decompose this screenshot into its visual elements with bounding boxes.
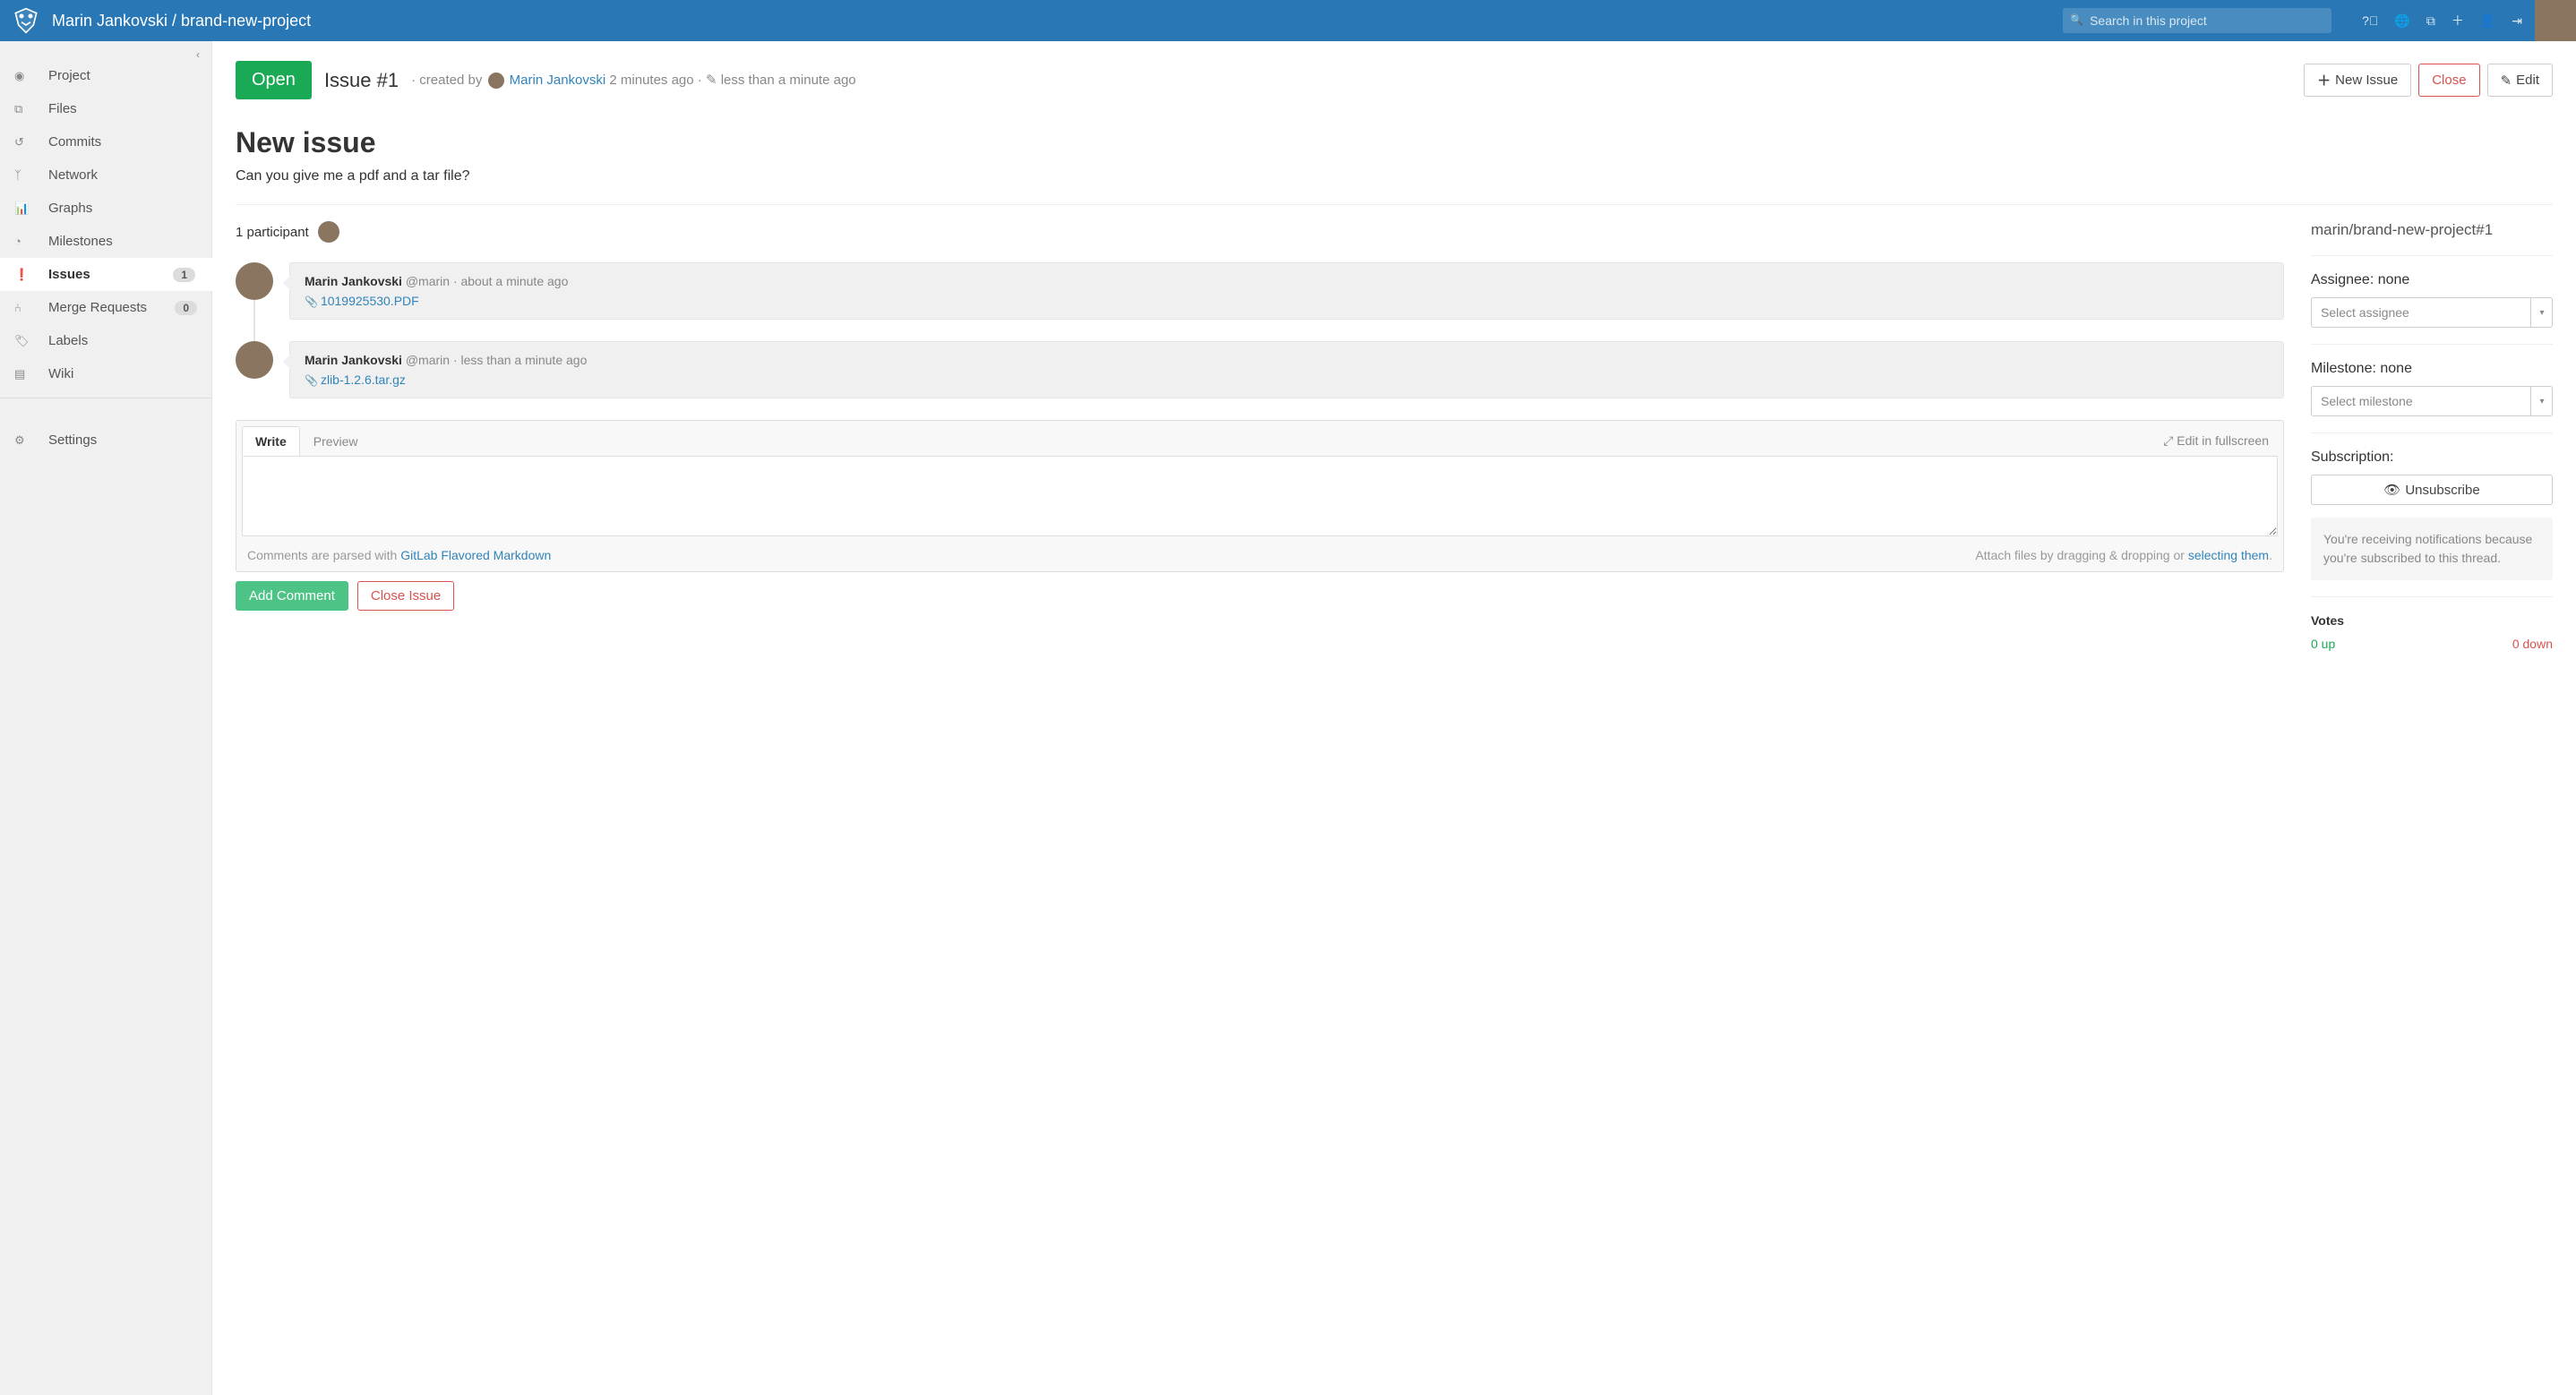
status-badge: Open — [236, 61, 312, 99]
sidebar-item-graphs[interactable]: 📊Graphs — [0, 192, 211, 225]
top-navbar: Marin Jankovski / brand-new-project 🔍 ?⃝… — [0, 0, 2576, 41]
plus-icon[interactable]: ＋ — [2451, 12, 2464, 30]
issue-reference: marin/brand-new-project#1 — [2311, 221, 2553, 239]
user-avatar[interactable] — [2535, 0, 2576, 41]
fullscreen-link[interactable]: ⤢ Edit in fullscreen — [2158, 426, 2274, 456]
exclamation-icon: ❗ — [14, 268, 48, 282]
dashboard-icon: ◉ — [14, 69, 48, 83]
book-icon: ▤ — [14, 367, 48, 381]
merge-icon: ⑃ — [14, 301, 48, 314]
globe-icon[interactable]: 🌐 — [2394, 13, 2409, 29]
markdown-link[interactable]: GitLab Flavored Markdown — [400, 548, 551, 562]
sidebar-item-project[interactable]: ◉Project — [0, 59, 211, 92]
sidebar-item-issues[interactable]: ❗Issues1 — [0, 258, 212, 291]
note-handle: @marin — [406, 353, 450, 367]
header-icons: ?⃝ 🌐 ⧉ ＋ 👤 ⇥ — [2349, 12, 2535, 30]
votes-down: 0 down — [2512, 637, 2553, 651]
author-avatar — [488, 73, 504, 89]
sidebar-item-milestones[interactable]: ◔Milestones — [0, 225, 211, 258]
issue-sidebar: marin/brand-new-project#1 Assignee: none… — [2311, 221, 2553, 667]
subscription-notice: You're receiving notifications because y… — [2311, 518, 2553, 580]
sidebar: ‹ ◉Project⧉Files↺CommitsᛉNetwork📊Graphs◔… — [0, 41, 212, 1395]
sidebar-item-merge-requests[interactable]: ⑃Merge Requests0 — [0, 291, 211, 324]
copy-icon[interactable]: ⧉ — [2426, 13, 2435, 29]
main-content: Open Issue #1 · created by Marin Jankovs… — [212, 41, 2576, 1395]
unsubscribe-button[interactable]: 👁 Unsubscribe — [2311, 475, 2553, 505]
paperclip-icon: 📎 — [305, 374, 318, 387]
eye-icon: 👁 — [2383, 482, 2400, 498]
note-time: · less than a minute ago — [453, 353, 587, 367]
sidebar-item-network[interactable]: ᛉNetwork — [0, 158, 211, 192]
preview-tab[interactable]: Preview — [300, 426, 372, 456]
help-icon[interactable]: ?⃝ — [2362, 13, 2378, 28]
votes-label: Votes — [2311, 613, 2553, 628]
sidebar-item-commits[interactable]: ↺Commits — [0, 125, 211, 158]
comment-textarea[interactable] — [242, 456, 2278, 536]
signout-icon[interactable]: ⇥ — [2512, 13, 2522, 29]
write-tab[interactable]: Write — [242, 426, 300, 456]
note: Marin Jankovski @marin · less than a min… — [236, 341, 2284, 398]
note-avatar[interactable] — [236, 341, 273, 379]
fork-icon: ᛉ — [14, 168, 48, 182]
issue-meta: · created by Marin Jankovski 2 minutes a… — [411, 72, 856, 89]
paperclip-icon: 📎 — [305, 295, 318, 308]
search-icon: 🔍 — [2070, 13, 2083, 26]
chart-icon: 📊 — [14, 201, 48, 216]
attachment-link[interactable]: 1019925530.PDF — [321, 294, 419, 308]
milestone-select[interactable]: Select milestone — [2311, 386, 2553, 416]
note-time: · about a minute ago — [453, 274, 568, 288]
add-comment-button[interactable]: Add Comment — [236, 581, 348, 611]
new-issue-button[interactable]: ＋New Issue — [2304, 64, 2411, 97]
history-icon: ↺ — [14, 135, 48, 150]
attachment-link[interactable]: zlib-1.2.6.tar.gz — [321, 372, 406, 387]
sidebar-item-settings[interactable]: ⚙ Settings — [0, 424, 211, 457]
note-avatar[interactable] — [236, 262, 273, 300]
badge: 0 — [175, 301, 197, 315]
note-author: Marin Jankovski — [305, 353, 402, 367]
badge: 1 — [173, 268, 195, 282]
attach-hint: Attach files by dragging & dropping or s… — [1975, 548, 2272, 562]
note: Marin Jankovski @marin · about a minute … — [236, 262, 2284, 320]
project-breadcrumb[interactable]: Marin Jankovski / brand-new-project — [52, 12, 2063, 30]
issue-description: Can you give me a pdf and a tar file? — [236, 168, 2553, 184]
note-handle: @marin — [406, 274, 450, 288]
clock-icon: ◔ — [14, 235, 48, 248]
header-actions: ＋New Issue Close ✎ Edit — [2304, 64, 2553, 97]
participant-avatar[interactable] — [318, 221, 339, 243]
search-input[interactable] — [2063, 8, 2331, 33]
sidebar-item-files[interactable]: ⧉Files — [0, 92, 211, 125]
markdown-hint: Comments are parsed with GitLab Flavored… — [247, 548, 551, 562]
author-link[interactable]: Marin Jankovski — [510, 73, 606, 88]
files-icon: ⧉ — [14, 102, 48, 116]
collapse-sidebar-icon[interactable]: ‹ — [185, 41, 211, 68]
assignee-select[interactable]: Select assignee — [2311, 297, 2553, 328]
issue-id: Issue #1 — [324, 69, 399, 92]
issue-title: New issue — [236, 126, 2553, 159]
close-issue-button[interactable]: Close Issue — [357, 581, 454, 611]
issue-header: Open Issue #1 · created by Marin Jankovs… — [236, 61, 2553, 99]
votes-up: 0 up — [2311, 637, 2335, 651]
comment-box: Write Preview ⤢ Edit in fullscreen Comme… — [236, 420, 2284, 572]
edit-button[interactable]: ✎ Edit — [2487, 64, 2553, 97]
search-box: 🔍 — [2063, 8, 2331, 33]
user-icon[interactable]: 👤 — [2480, 13, 2495, 29]
gitlab-logo[interactable] — [0, 0, 52, 41]
note-author: Marin Jankovski — [305, 274, 402, 288]
sidebar-item-labels[interactable]: 🏷Labels — [0, 324, 211, 357]
attach-link[interactable]: selecting them — [2188, 548, 2269, 562]
participants: 1 participant — [236, 221, 2284, 243]
sidebar-item-wiki[interactable]: ▤Wiki — [0, 357, 211, 390]
gear-icon: ⚙ — [14, 433, 48, 448]
tags-icon: 🏷 — [14, 334, 48, 348]
close-button[interactable]: Close — [2418, 64, 2479, 97]
